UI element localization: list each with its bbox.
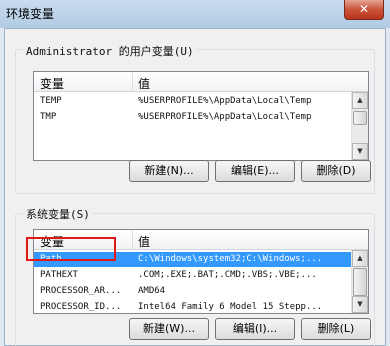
scroll-up-icon[interactable]: ▲	[352, 250, 368, 267]
column-header-value[interactable]: 值	[138, 75, 150, 92]
scroll-up-icon[interactable]: ▲	[352, 92, 368, 109]
column-divider[interactable]	[132, 72, 133, 92]
column-divider[interactable]	[132, 230, 133, 250]
variable-value: Intel64 Family 6 Model 15 Stepp...	[138, 302, 323, 312]
scroll-down-icon[interactable]: ▼	[352, 296, 368, 313]
variable-name: TEMP	[40, 96, 62, 106]
system-delete-button[interactable]: 删除(L)	[301, 318, 371, 340]
list-header: 变量 值	[34, 72, 368, 92]
scroll-thumb[interactable]	[353, 268, 367, 296]
scroll-thumb[interactable]	[353, 111, 367, 125]
column-header-value[interactable]: 值	[138, 233, 150, 250]
scroll-down-icon[interactable]: ▼	[352, 143, 368, 160]
user-variables-list[interactable]: 变量 值 TEMP %USERPROFILE%\AppData\Local\Te…	[33, 71, 369, 161]
close-button[interactable]: ✕	[344, 0, 384, 20]
variable-name: PATHEXT	[40, 270, 78, 280]
user-edit-button[interactable]: 编辑(E)...	[215, 160, 295, 182]
highlight-box	[26, 237, 116, 261]
window-title: 环境变量	[6, 7, 55, 21]
user-new-button[interactable]: 新建(N)...	[129, 160, 209, 182]
variable-name: TMP	[40, 112, 57, 122]
system-edit-button[interactable]: 编辑(I)...	[215, 318, 295, 340]
column-header-variable[interactable]: 变量	[40, 75, 64, 92]
variable-value: %USERPROFILE%\AppData\Local\Temp	[138, 112, 312, 122]
user-delete-button[interactable]: 删除(D)	[301, 160, 371, 182]
vertical-scrollbar[interactable]: ▲ ▼	[351, 92, 368, 160]
variable-value: AMD64	[138, 286, 166, 296]
variable-name: PROCESSOR_AR...	[40, 286, 122, 296]
list-item[interactable]: TEMP %USERPROFILE%\AppData\Local\Temp	[34, 94, 352, 109]
variable-name: PROCESSOR_ID...	[40, 302, 122, 312]
variable-value: %USERPROFILE%\AppData\Local\Temp	[138, 96, 312, 106]
variable-value: C:\Windows\system32;C:\Windows;...	[138, 254, 323, 264]
list-item[interactable]: TMP %USERPROFILE%\AppData\Local\Temp	[34, 110, 352, 125]
title-bar: 环境变量 ✕	[0, 0, 390, 28]
system-variables-label: 系统变量(S)	[23, 206, 93, 222]
list-item[interactable]: PROCESSOR_ID... Intel64 Family 6 Model 1…	[34, 300, 352, 313]
variable-value: .COM;.EXE;.BAT;.CMD;.VBS;.VBE;...	[138, 270, 317, 280]
user-variables-label: Administrator 的用户变量(U)	[23, 43, 197, 59]
list-item[interactable]: PROCESSOR_AR... AMD64	[34, 284, 352, 299]
list-item[interactable]: PATHEXT .COM;.EXE;.BAT;.CMD;.VBS;.VBE;..…	[34, 268, 352, 283]
system-new-button[interactable]: 新建(W)...	[129, 318, 209, 340]
vertical-scrollbar[interactable]: ▲ ▼	[351, 250, 368, 313]
dialog-body: Administrator 的用户变量(U) 变量 值 TEMP %USERPR…	[4, 28, 386, 346]
